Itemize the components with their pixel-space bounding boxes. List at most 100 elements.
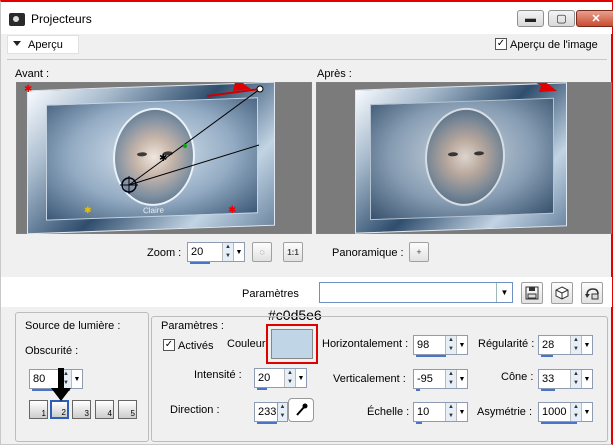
- dropdown-arrow-icon[interactable]: ▼: [456, 403, 467, 421]
- spin-down-icon: ▼: [446, 379, 456, 388]
- dropdown-arrow-icon[interactable]: ▼: [233, 243, 244, 261]
- zoom-1-1-button[interactable]: 1:1: [283, 242, 303, 262]
- spin-down-icon: ▼: [571, 412, 581, 421]
- zoom-spinner[interactable]: 20 ▲ ▼ ▼: [187, 242, 245, 264]
- zoom-slider-bar: [190, 262, 210, 264]
- direction-knob[interactable]: [288, 398, 314, 422]
- light-1-button[interactable]: 1: [29, 400, 48, 419]
- horizontalement-label: Horizontalement :: [322, 338, 409, 350]
- direction-label: Direction :: [170, 404, 220, 416]
- cone-line: [128, 144, 260, 186]
- horizontalement-arrows[interactable]: ▲ ▼: [445, 336, 456, 354]
- spin-down-icon: ▼: [223, 252, 233, 261]
- dropdown-arrow-icon[interactable]: ▼: [295, 369, 306, 387]
- regularite-value[interactable]: 28: [539, 336, 570, 354]
- regularite-bar: [541, 355, 553, 357]
- light-4-button[interactable]: 4: [95, 400, 114, 419]
- dropdown-arrow-icon[interactable]: ▼: [71, 370, 82, 388]
- cone-arrows[interactable]: ▲ ▼: [570, 370, 581, 388]
- direction-arrows[interactable]: ▲ ▼: [277, 402, 288, 422]
- minimize-button[interactable]: ▬: [517, 10, 544, 27]
- intensite-label: Intensité :: [194, 369, 242, 381]
- horizontalement-value[interactable]: 98: [414, 336, 445, 354]
- camera-icon: [9, 13, 25, 26]
- light-handles[interactable]: ✱ ✱ ✱ ✱: [17, 83, 313, 235]
- light-2-button[interactable]: 2: [50, 400, 69, 419]
- image-preview-label: Aperçu de l'image: [510, 39, 598, 51]
- direction-spinner[interactable]: 233: [254, 402, 278, 424]
- pan-button[interactable]: +: [409, 242, 429, 262]
- save-preset-button[interactable]: [521, 282, 543, 304]
- zoom-fit-button[interactable]: ◌: [252, 242, 272, 262]
- direction-dial-icon: [296, 403, 308, 416]
- projecteurs-dialog: Projecteurs ▬ ▢ ✕ Aperçu ✓ Aperçu de l'i…: [0, 0, 613, 445]
- preview-toggle-label: Aperçu: [28, 39, 63, 51]
- cone-spinner[interactable]: 33 ▲ ▼ ▼: [538, 369, 593, 391]
- actives-checkbox[interactable]: ✓: [163, 339, 175, 351]
- spin-down-icon: ▼: [285, 378, 295, 387]
- spin-up-icon: ▲: [446, 336, 456, 345]
- intensite-arrows[interactable]: ▲ ▼: [284, 369, 295, 387]
- spin-up-icon: ▲: [278, 403, 287, 412]
- direction-line: [128, 88, 261, 186]
- after-label: Après :: [317, 68, 352, 80]
- zoom-value[interactable]: 20: [188, 243, 222, 261]
- asymetrie-arrows[interactable]: ▲ ▼: [570, 403, 581, 421]
- echelle-value[interactable]: 10: [414, 403, 445, 421]
- floppy-icon: [525, 286, 539, 300]
- spin-up-icon: ▲: [223, 243, 233, 252]
- random-preset-button[interactable]: [551, 282, 573, 304]
- asymetrie-value[interactable]: 1000: [539, 403, 570, 421]
- cone-value[interactable]: 33: [539, 370, 570, 388]
- chevron-down-icon[interactable]: ▼: [496, 283, 512, 302]
- horizontalement-spinner[interactable]: 98 ▲ ▼ ▼: [413, 335, 468, 357]
- maximize-button[interactable]: ▢: [548, 10, 575, 27]
- asymetrie-spinner[interactable]: 1000 ▲ ▼ ▼: [538, 402, 593, 424]
- verticalement-spinner[interactable]: -95 ▲ ▼ ▼: [413, 369, 468, 391]
- intensite-value[interactable]: 20: [255, 369, 284, 387]
- echelle-arrows[interactable]: ▲ ▼: [445, 403, 456, 421]
- light-5-button[interactable]: 5: [118, 400, 137, 419]
- regularite-label: Régularité :: [478, 338, 535, 350]
- after-overlay: [536, 83, 557, 92]
- dropdown-arrow-icon[interactable]: ▼: [581, 403, 592, 421]
- image-preview-checkbox[interactable]: ✓: [495, 38, 507, 50]
- presets-select[interactable]: ▼: [319, 282, 513, 303]
- verticalement-arrows[interactable]: ▲ ▼: [445, 370, 456, 388]
- before-preview[interactable]: Claire ✱ ✱ ✱ ✱: [16, 81, 313, 235]
- preview-toggle[interactable]: Aperçu: [7, 35, 79, 54]
- dice-icon: [555, 286, 569, 300]
- asymetrie-label: Asymétrie :: [477, 406, 533, 418]
- dropdown-arrow-icon[interactable]: ▼: [456, 336, 467, 354]
- window-title: Projecteurs: [31, 12, 92, 26]
- reset-preset-button[interactable]: [581, 282, 603, 304]
- direction-value[interactable]: 233: [255, 403, 277, 421]
- dropdown-arrow-icon[interactable]: ▼: [456, 370, 467, 388]
- close-button[interactable]: ✕: [576, 10, 613, 27]
- corner-light-1: ✱: [24, 84, 32, 95]
- couleur-label: Couleur: [227, 338, 266, 350]
- regularite-spinner[interactable]: 28 ▲ ▼ ▼: [538, 335, 593, 357]
- spin-down-icon: ▼: [571, 345, 581, 354]
- intensite-bar: [257, 388, 267, 390]
- echelle-spinner[interactable]: 10 ▲ ▼ ▼: [413, 402, 468, 424]
- obscurite-label: Obscurité :: [25, 345, 79, 357]
- regularite-arrows[interactable]: ▲ ▼: [570, 336, 581, 354]
- asymetrie-bar: [541, 422, 577, 424]
- green-handle: [183, 144, 187, 148]
- echelle-label: Échelle :: [367, 406, 410, 418]
- dropdown-arrow-icon[interactable]: ▼: [581, 370, 592, 388]
- verticalement-label: Verticalement :: [333, 373, 406, 385]
- verticalement-value[interactable]: -95: [414, 370, 445, 388]
- spin-down-icon: ▼: [446, 412, 456, 421]
- spin-up-icon: ▲: [571, 403, 581, 412]
- intensite-spinner[interactable]: 20 ▲ ▼ ▼: [254, 368, 307, 390]
- presets-label: Paramètres: [242, 288, 299, 300]
- dropdown-arrow-icon[interactable]: ▼: [581, 336, 592, 354]
- corner-light-2: ✱: [228, 205, 236, 216]
- color-swatch[interactable]: [271, 329, 313, 359]
- zoom-arrows[interactable]: ▲ ▼: [222, 243, 233, 261]
- zoom-label: Zoom :: [147, 247, 182, 259]
- params-label: Paramètres :: [161, 320, 224, 332]
- light-3-button[interactable]: 3: [72, 400, 91, 419]
